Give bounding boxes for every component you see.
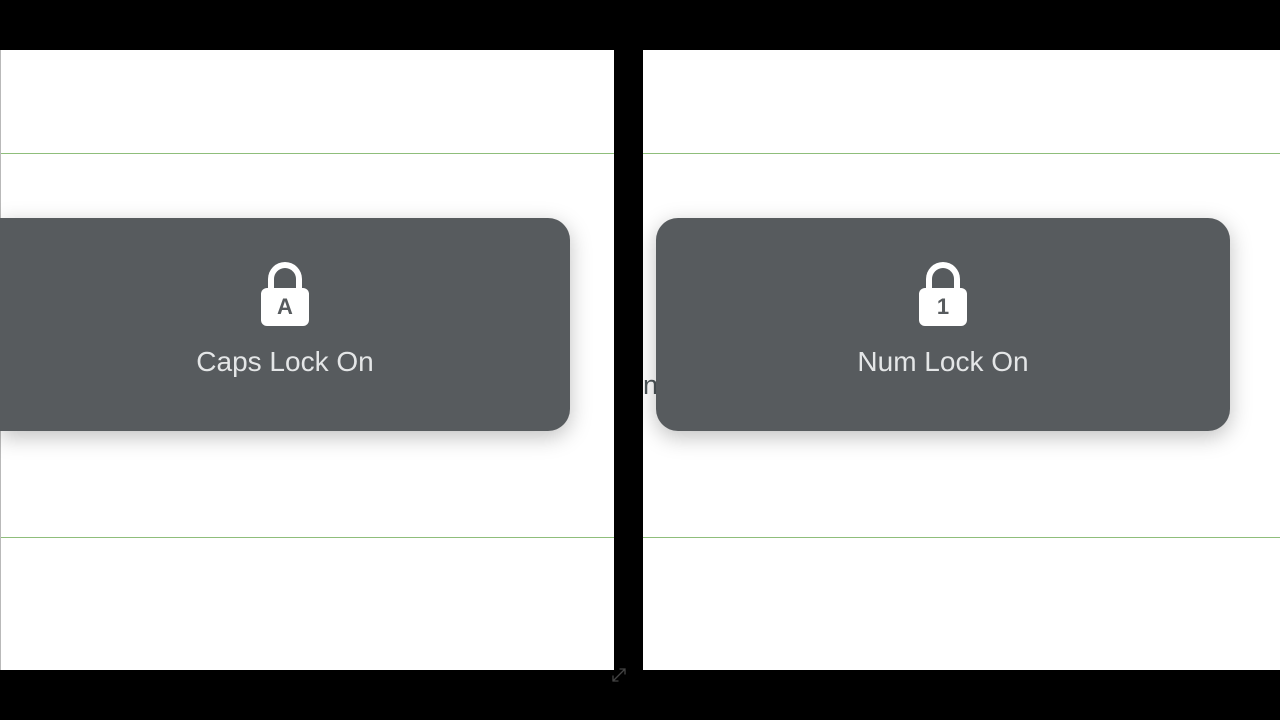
num-lock-label: Num Lock On (857, 346, 1028, 378)
resize-icon[interactable] (610, 666, 628, 684)
caps-lock-label: Caps Lock On (196, 346, 373, 378)
lock-caps-icon: A (261, 262, 309, 326)
letterbox-top (0, 0, 1280, 50)
divider-line (1, 537, 614, 538)
letterbox-bottom (0, 670, 1280, 720)
num-lock-toast: 1 Num Lock On (656, 218, 1230, 431)
divider-line (643, 153, 1280, 154)
divider-line (643, 537, 1280, 538)
screenshot-stage: to USB devices ng to USB devices A Caps … (0, 0, 1280, 720)
caps-lock-toast: A Caps Lock On (0, 218, 570, 431)
lock-num-icon: 1 (919, 262, 967, 326)
divider-line (1, 153, 614, 154)
lock-glyph: A (277, 296, 293, 318)
lock-glyph: 1 (937, 296, 949, 318)
